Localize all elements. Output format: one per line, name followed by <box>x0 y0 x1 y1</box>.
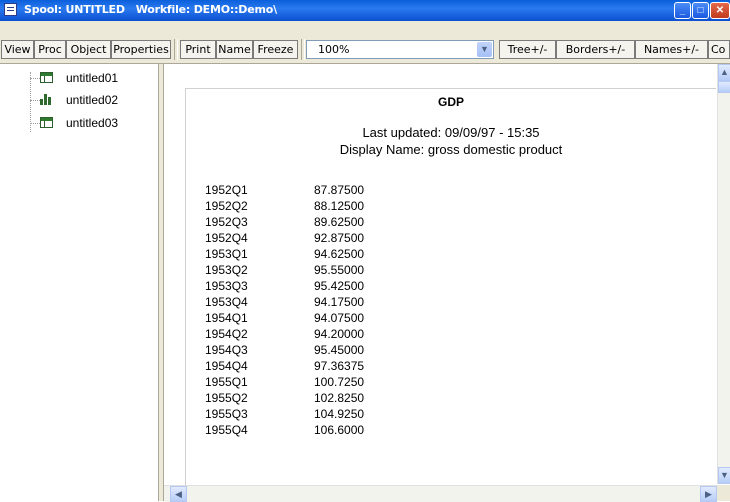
zoom-select[interactable]: 100% ▼ <box>306 40 494 59</box>
print-button[interactable]: Print <box>180 40 216 59</box>
tree-item-label: untitled03 <box>66 116 119 130</box>
maximize-button[interactable]: □ <box>692 2 709 19</box>
minimize-button[interactable]: _ <box>674 2 691 19</box>
spool-window-icon[interactable] <box>4 3 17 16</box>
chevron-down-icon[interactable]: ▼ <box>477 42 492 57</box>
name-button[interactable]: Name <box>216 40 253 59</box>
close-button[interactable]: ✕ <box>710 2 730 19</box>
horizontal-scrollbar[interactable]: ◀ ▶ <box>164 485 717 502</box>
tree-connector <box>30 123 40 124</box>
scroll-left-button[interactable]: ◀ <box>170 486 187 502</box>
toolbar-separator <box>301 39 305 60</box>
tree-connector <box>30 78 40 79</box>
tree-item-label: untitled02 <box>66 93 119 107</box>
table-icon <box>40 72 53 83</box>
tree-toggle-button[interactable]: Tree+/- <box>499 40 556 59</box>
title-bar[interactable]: Spool: UNTITLED Workfile: DEMO::Demo\ _ … <box>0 0 730 21</box>
scroll-right-button[interactable]: ▶ <box>700 486 717 502</box>
freeze-button[interactable]: Freeze <box>253 40 298 59</box>
toolbar-separator <box>174 39 178 60</box>
properties-button[interactable]: Properties <box>111 40 171 59</box>
comments-toggle-button[interactable]: Co <box>708 40 730 59</box>
table-title: GDP <box>437 95 464 109</box>
proc-button[interactable]: Proc <box>34 40 66 59</box>
borders-toggle-button[interactable]: Borders+/- <box>556 40 635 59</box>
toolbar: View Proc Object Properties Print Name F… <box>0 21 730 64</box>
scroll-thumb[interactable] <box>718 81 730 93</box>
view-button[interactable]: View <box>1 40 34 59</box>
table-icon <box>40 117 53 128</box>
spool-tree-pane: untitled01 untitled02 untitled03 <box>0 64 159 501</box>
tree-item-label: untitled01 <box>66 71 119 85</box>
resize-grip[interactable] <box>717 485 730 501</box>
zoom-value: 100% <box>318 43 350 56</box>
window-title: Spool: UNTITLED Workfile: DEMO::Demo\ <box>24 3 277 16</box>
scroll-up-button[interactable]: ▲ <box>718 64 730 81</box>
scroll-down-button[interactable]: ▼ <box>718 467 730 484</box>
names-toggle-button[interactable]: Names+/- <box>635 40 708 59</box>
table-output: GDP Last updated: 09/09/97 - 15:35 Displ… <box>185 88 716 489</box>
tree-connector <box>30 100 40 101</box>
display-name-text: Display Name: gross domestic product <box>339 142 563 157</box>
graph-icon <box>40 94 53 105</box>
last-updated-text: Last updated: 09/09/97 - 15:35 <box>362 125 540 140</box>
object-button[interactable]: Object <box>66 40 111 59</box>
vertical-scrollbar[interactable]: ▲ ▼ <box>717 64 730 484</box>
